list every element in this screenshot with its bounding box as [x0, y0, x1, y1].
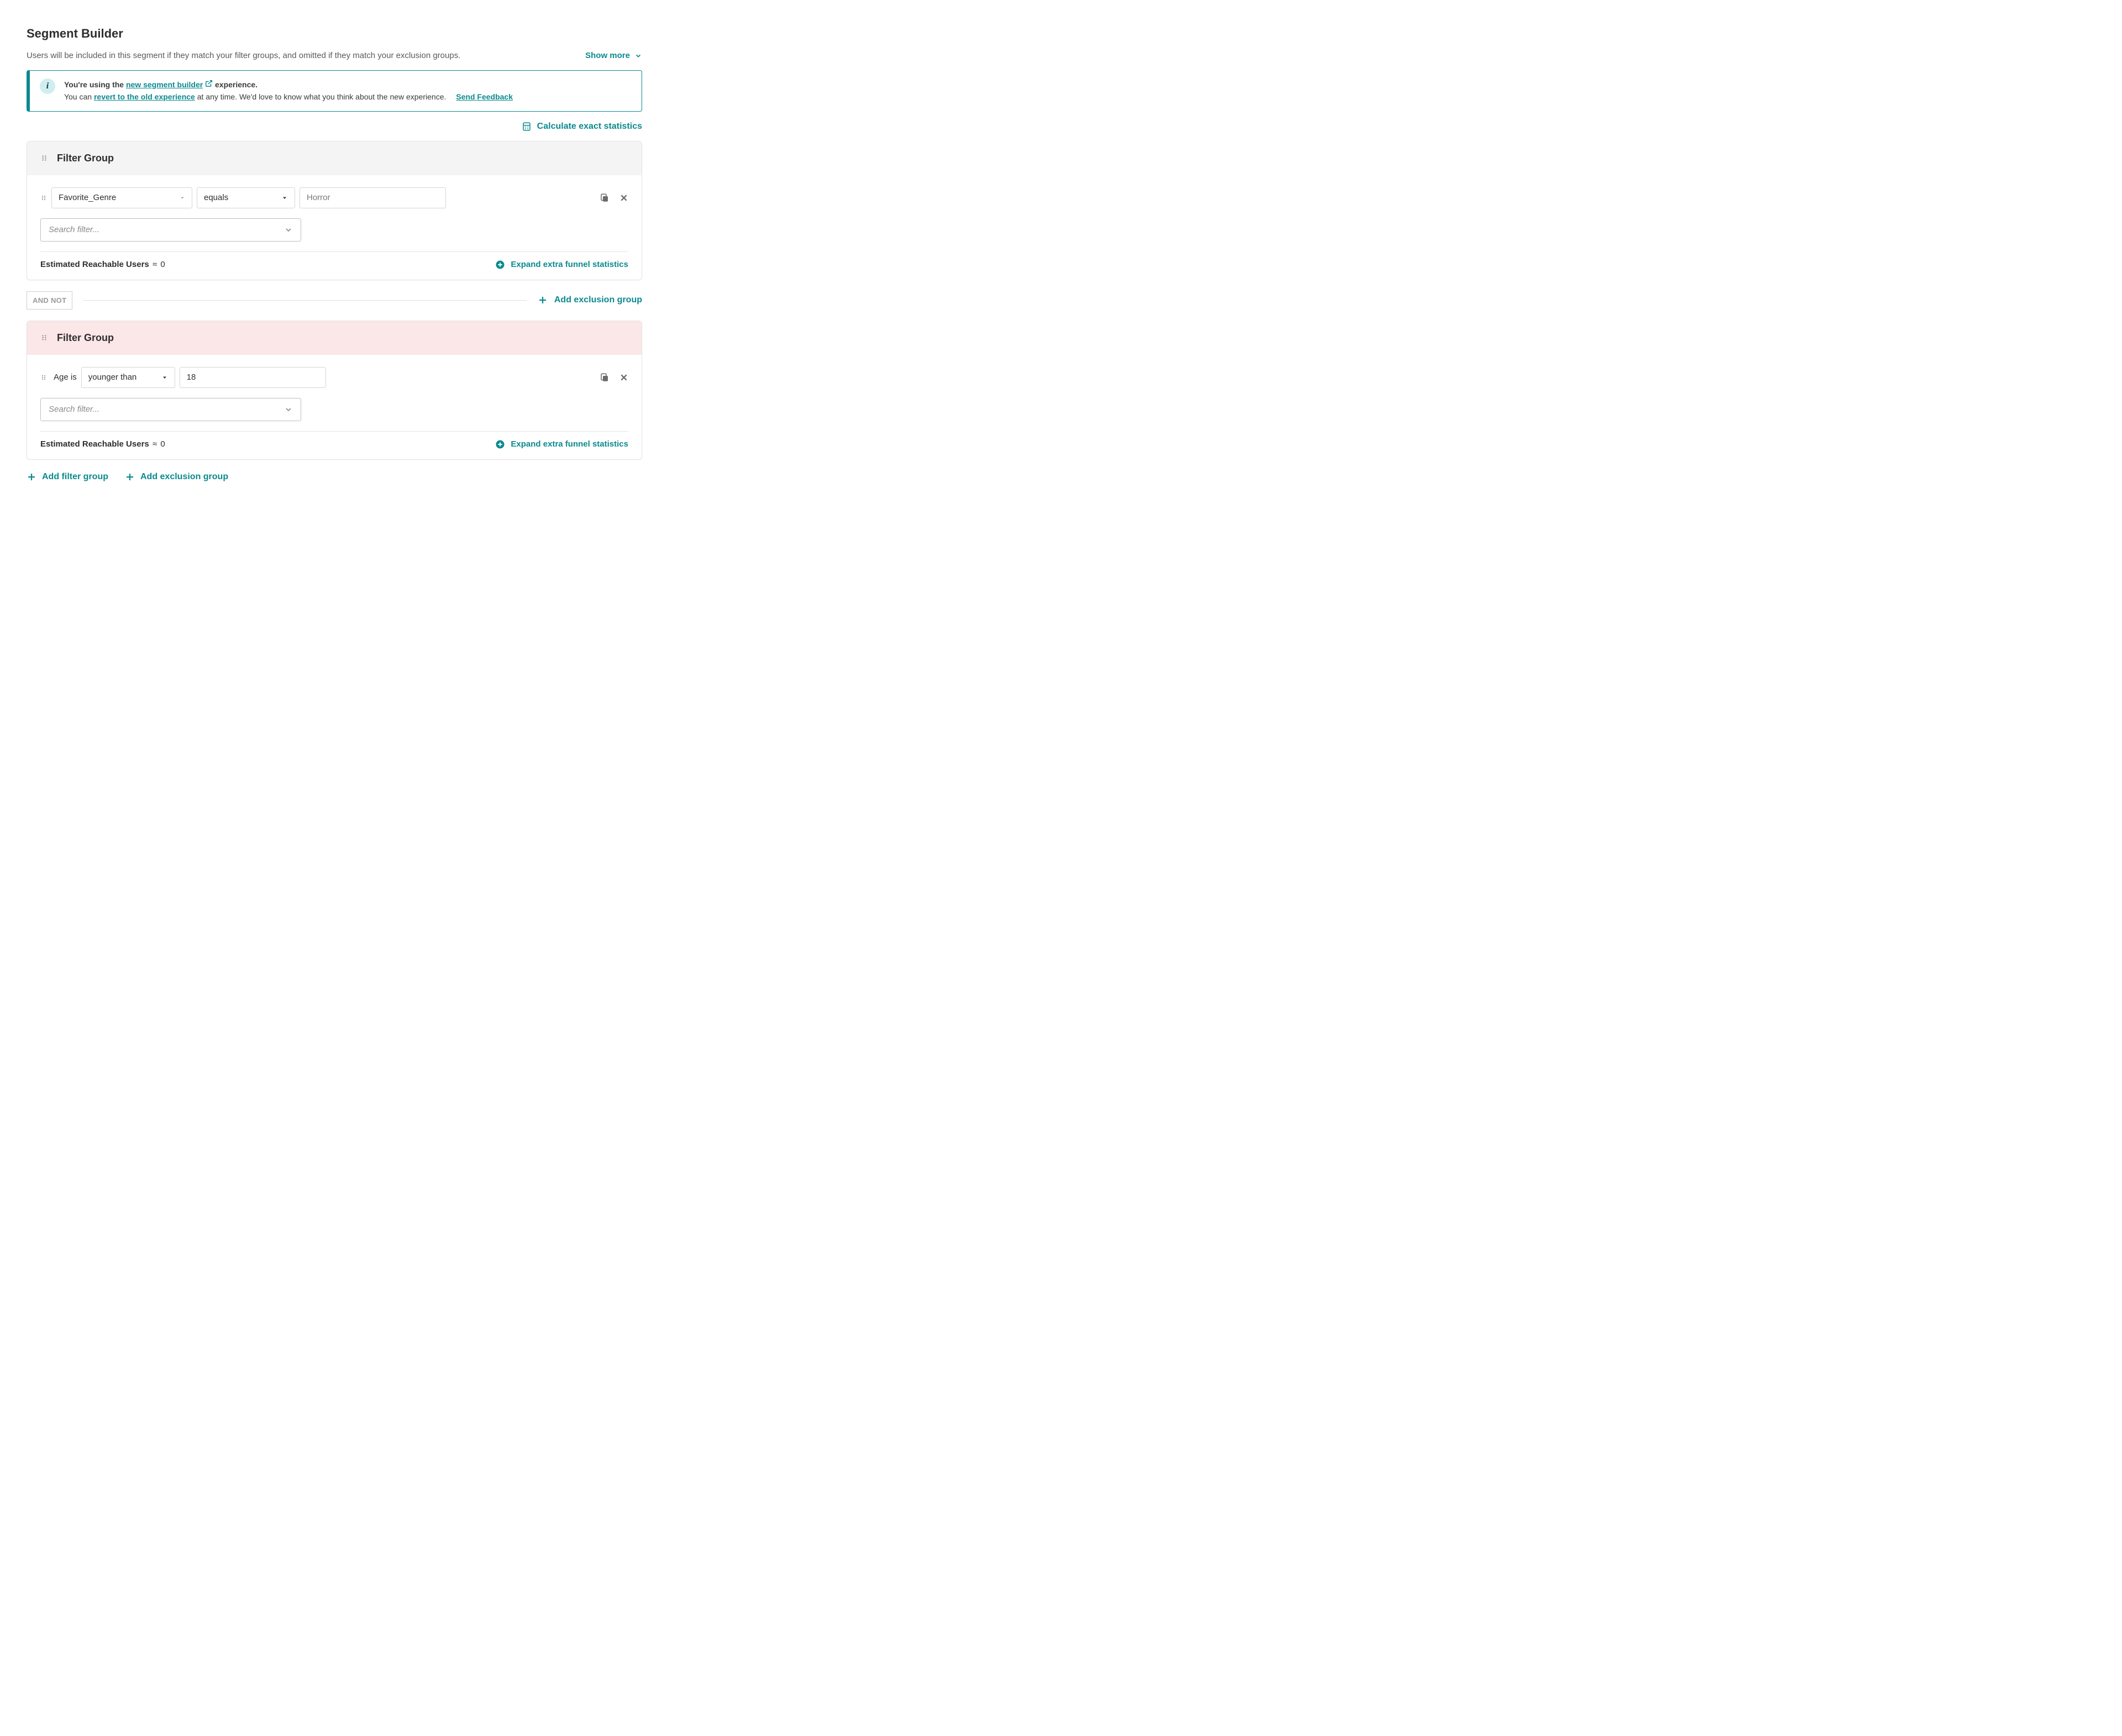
chevron-down-icon [284, 225, 293, 234]
value-text: 18 [187, 373, 196, 382]
group-header: Filter Group [27, 141, 642, 175]
plus-circle-icon [495, 260, 505, 270]
plus-icon [125, 472, 135, 482]
operator-value: equals [204, 193, 228, 202]
drag-handle-icon[interactable] [40, 334, 48, 342]
info-line1-suffix: experience. [213, 80, 258, 89]
andnot-divider: AND NOT Add exclusion group [27, 291, 642, 310]
add-exclusion-group-side-button[interactable]: Add exclusion group [538, 295, 642, 305]
info-banner: i You're using the new segment builder e… [27, 70, 642, 112]
filter-row: Favorite_Genre equals Horror [40, 187, 628, 208]
expand-label: Expand extra funnel statistics [511, 439, 628, 449]
attribute-value: Favorite_Genre [59, 193, 116, 202]
drag-handle-icon[interactable] [40, 195, 47, 201]
andnot-chip: AND NOT [27, 291, 72, 310]
add-exclusion-group-button[interactable]: Add exclusion group [125, 472, 228, 482]
description-row: Users will be included in this segment i… [27, 51, 642, 60]
caret-down-icon [161, 374, 168, 381]
revert-link[interactable]: revert to the old experience [94, 92, 195, 101]
caret-down-icon [281, 195, 288, 201]
show-more-label: Show more [585, 51, 630, 60]
description-text: Users will be included in this segment i… [27, 51, 460, 60]
new-segment-builder-link[interactable]: new segment builder [126, 80, 203, 89]
calculate-statistics-button[interactable]: Calculate exact statistics [522, 122, 642, 132]
group-title: Filter Group [57, 153, 114, 164]
expand-funnel-button[interactable]: Expand extra funnel statistics [495, 439, 628, 449]
info-line2-prefix: You can [64, 92, 94, 101]
calculate-label: Calculate exact statistics [537, 122, 642, 132]
chevron-down-icon [634, 52, 642, 60]
search-placeholder: Search filter... [49, 405, 99, 414]
add-filter-group-label: Add filter group [42, 472, 108, 482]
page-title: Segment Builder [27, 27, 642, 41]
info-icon: i [40, 78, 55, 94]
expand-label: Expand extra funnel statistics [511, 260, 628, 269]
group-title: Filter Group [57, 332, 114, 344]
operator-value: younger than [88, 373, 137, 382]
drag-handle-icon[interactable] [40, 154, 48, 162]
filter-row: Age is younger than 18 [40, 367, 628, 388]
attribute-select[interactable]: Favorite_Genre [51, 187, 192, 208]
show-more-button[interactable]: Show more [585, 51, 642, 60]
plus-icon [538, 295, 548, 305]
value-input[interactable]: Horror [300, 187, 446, 208]
value-input[interactable]: 18 [180, 367, 326, 388]
operator-select[interactable]: equals [197, 187, 295, 208]
filter-group-card: Filter Group Favorite_Genre equals Horro… [27, 141, 642, 280]
operator-select[interactable]: younger than [81, 367, 175, 388]
group-header: Filter Group [27, 321, 642, 355]
info-line1-prefix: You're using the [64, 80, 126, 89]
expand-funnel-button[interactable]: Expand extra funnel statistics [495, 260, 628, 270]
plus-icon [27, 472, 36, 482]
external-link-icon [205, 80, 213, 87]
calculator-icon [522, 122, 532, 132]
value-placeholder: Horror [307, 193, 330, 202]
info-line2-suffix: at any time. We'd love to know what you … [195, 92, 447, 101]
close-icon[interactable] [619, 193, 628, 202]
add-exclusion-group-label: Add exclusion group [140, 472, 228, 482]
bottom-actions: Add filter group Add exclusion group [27, 472, 642, 482]
chevron-down-icon [284, 405, 293, 414]
filter-prefix-label: Age is [54, 373, 77, 382]
exclusion-group-card: Filter Group Age is younger than 18 [27, 321, 642, 460]
duplicate-icon[interactable] [600, 373, 610, 382]
estimated-users: Estimated Reachable Users ≈ 0 [40, 439, 165, 449]
duplicate-icon[interactable] [600, 193, 610, 203]
close-icon[interactable] [619, 373, 628, 382]
add-exclusion-side-label: Add exclusion group [554, 295, 642, 305]
drag-handle-icon[interactable] [40, 374, 47, 381]
caret-down-icon [180, 195, 185, 201]
add-filter-group-button[interactable]: Add filter group [27, 472, 108, 482]
estimated-users: Estimated Reachable Users ≈ 0 [40, 260, 165, 269]
search-filter-input[interactable]: Search filter... [40, 398, 301, 421]
search-filter-input[interactable]: Search filter... [40, 218, 301, 242]
search-placeholder: Search filter... [49, 225, 99, 234]
send-feedback-link[interactable]: Send Feedback [456, 92, 513, 101]
plus-circle-icon [495, 439, 505, 449]
info-body: You're using the new segment builder exp… [64, 78, 513, 103]
